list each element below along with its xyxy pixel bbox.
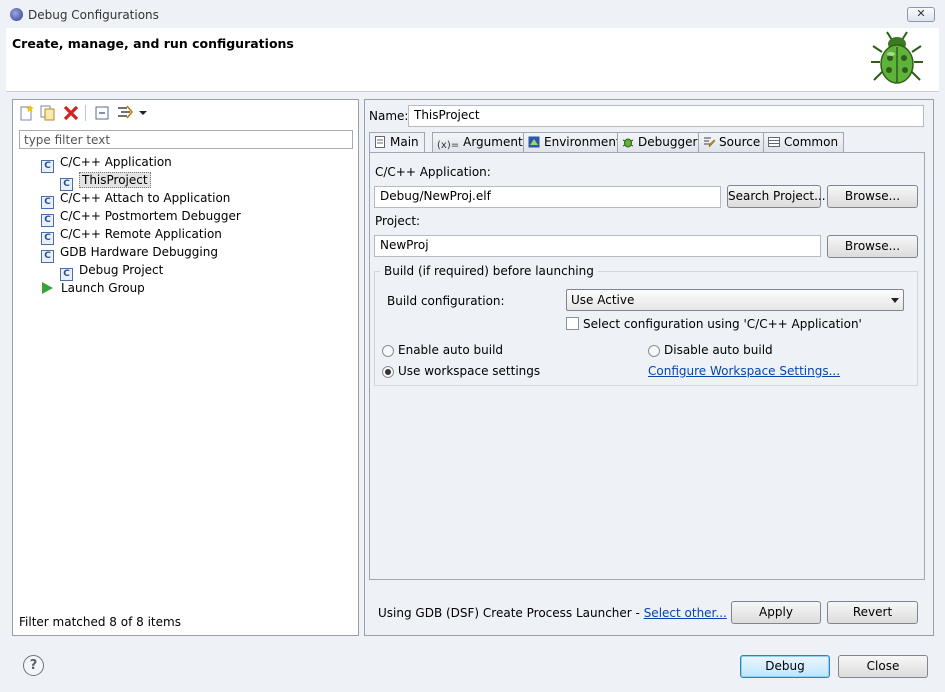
tree-item-label: C/C++ Attach to Application bbox=[60, 191, 231, 205]
launcher-info: Using GDB (DSF) Create Process Launcher … bbox=[378, 606, 727, 620]
window-close-button[interactable]: ✕ bbox=[907, 7, 935, 22]
tree-item-gdb-hardware[interactable]: C GDB Hardware Debugging bbox=[41, 244, 218, 263]
dialog-heading: Create, manage, and run configurations bbox=[12, 36, 294, 51]
disable-auto-build-label: Disable auto build bbox=[664, 343, 773, 357]
apply-button[interactable]: Apply bbox=[731, 601, 821, 624]
tree-item-label: Debug Project bbox=[79, 263, 164, 277]
tree-item-label: GDB Hardware Debugging bbox=[60, 245, 218, 259]
dropdown-arrow-icon bbox=[891, 298, 899, 303]
build-configuration-label: Build configuration: bbox=[387, 294, 505, 308]
disable-auto-build-radio[interactable] bbox=[648, 345, 660, 357]
duplicate-config-icon[interactable] bbox=[39, 104, 57, 122]
tree-item-c-application[interactable]: C C/C++ Application bbox=[41, 154, 172, 173]
new-config-icon[interactable] bbox=[18, 104, 36, 122]
build-configuration-value: Use Active bbox=[571, 293, 635, 307]
enable-auto-build-label: Enable auto build bbox=[398, 343, 504, 357]
application-field[interactable]: Debug/NewProj.elf bbox=[374, 186, 721, 208]
debug-button[interactable]: Debug bbox=[740, 655, 830, 678]
source-icon bbox=[704, 137, 715, 148]
use-workspace-settings-radio[interactable] bbox=[382, 366, 394, 378]
tab-label: Main bbox=[390, 135, 419, 149]
common-icon bbox=[768, 137, 780, 147]
environment-icon bbox=[528, 136, 540, 148]
toolbar-separator bbox=[85, 105, 86, 121]
filter-input[interactable] bbox=[19, 130, 353, 149]
tree-item-label: C/C++ Postmortem Debugger bbox=[60, 209, 241, 223]
project-field[interactable]: NewProj bbox=[374, 235, 821, 257]
configuration-tree-panel: CC/C++ Application CThisProject CC/C++ A… bbox=[12, 99, 359, 636]
tree-item-launch-group[interactable]: Launch Group bbox=[41, 280, 145, 297]
name-field[interactable]: ThisProject bbox=[408, 105, 924, 127]
c-config-icon: C bbox=[41, 160, 54, 173]
configure-workspace-settings-link[interactable]: Configure Workspace Settings... bbox=[648, 364, 840, 378]
tab-label: Common bbox=[784, 135, 839, 149]
select-configuration-checkbox[interactable] bbox=[566, 317, 579, 330]
browse-project-button[interactable]: Browse... bbox=[827, 235, 918, 258]
select-configuration-label: Select configuration using 'C/C++ Applic… bbox=[583, 317, 862, 331]
main-icon bbox=[375, 136, 385, 148]
search-project-button[interactable]: Search Project... bbox=[727, 185, 826, 208]
dialog-header: Create, manage, and run configurations bbox=[6, 28, 939, 92]
tab-source[interactable]: Source bbox=[698, 132, 767, 152]
tab-label: Environment bbox=[544, 135, 621, 149]
collapse-all-icon[interactable] bbox=[93, 104, 111, 122]
tab-main[interactable]: Main bbox=[369, 132, 425, 153]
browse-application-button[interactable]: Browse... bbox=[827, 185, 918, 208]
filter-icon[interactable] bbox=[116, 104, 134, 122]
window-title: Debug Configurations bbox=[28, 8, 159, 22]
tree-item-debug-project[interactable]: C Debug Project bbox=[60, 262, 164, 281]
launcher-text: Using GDB (DSF) Create Process Launcher … bbox=[378, 606, 644, 620]
eclipse-icon bbox=[10, 8, 23, 21]
delete-config-icon[interactable] bbox=[62, 104, 80, 122]
configuration-editor-panel: Name: ThisProject Main (x)= Arguments Env… bbox=[364, 99, 934, 636]
application-label: C/C++ Application: bbox=[375, 165, 491, 179]
tab-label: Debugger bbox=[638, 135, 698, 149]
chevron-down-icon[interactable] bbox=[137, 104, 149, 122]
tree-item-label: C/C++ Application bbox=[60, 155, 172, 169]
tab-label: Source bbox=[719, 135, 761, 149]
close-button[interactable]: Close bbox=[838, 655, 928, 678]
debugger-icon bbox=[622, 138, 634, 148]
project-label: Project: bbox=[375, 214, 421, 228]
tab-label: Arguments bbox=[463, 135, 529, 149]
revert-button[interactable]: Revert bbox=[827, 601, 918, 624]
help-icon[interactable]: ? bbox=[23, 655, 44, 676]
build-group-title: Build (if required) before launching bbox=[380, 264, 598, 278]
arguments-icon: (x)= bbox=[437, 140, 460, 151]
tree-item-remote[interactable]: C C/C++ Remote Application bbox=[41, 226, 222, 245]
tab-common[interactable]: Common bbox=[763, 132, 845, 152]
tab-arguments[interactable]: (x)= Arguments bbox=[432, 132, 535, 152]
filter-status: Filter matched 8 of 8 items bbox=[19, 615, 181, 629]
enable-auto-build-radio[interactable] bbox=[382, 345, 394, 357]
tree-item-attach[interactable]: C C/C++ Attach to Application bbox=[41, 190, 231, 209]
select-other-link[interactable]: Select other... bbox=[644, 606, 727, 620]
tab-environment[interactable]: Environment bbox=[523, 132, 627, 152]
tab-debugger[interactable]: Debugger bbox=[617, 132, 704, 152]
main-tab-content: C/C++ Application: Debug/NewProj.elf Sea… bbox=[369, 152, 925, 580]
name-label: Name: bbox=[369, 109, 409, 123]
use-workspace-settings-label: Use workspace settings bbox=[398, 364, 541, 378]
tree-item-thisproject[interactable]: C ThisProject bbox=[60, 172, 151, 191]
build-configuration-select[interactable]: Use Active bbox=[566, 289, 904, 311]
debug-bug-icon bbox=[871, 31, 923, 84]
tree-item-label: ThisProject bbox=[79, 172, 151, 188]
tree-item-label: C/C++ Remote Application bbox=[60, 227, 222, 241]
title-bar: Debug Configurations ✕ bbox=[0, 0, 945, 28]
c-config-icon: C bbox=[41, 250, 54, 263]
tree-item-label: Launch Group bbox=[61, 281, 145, 295]
launch-group-icon bbox=[42, 282, 53, 294]
tree-item-postmortem[interactable]: C C/C++ Postmortem Debugger bbox=[41, 208, 241, 227]
